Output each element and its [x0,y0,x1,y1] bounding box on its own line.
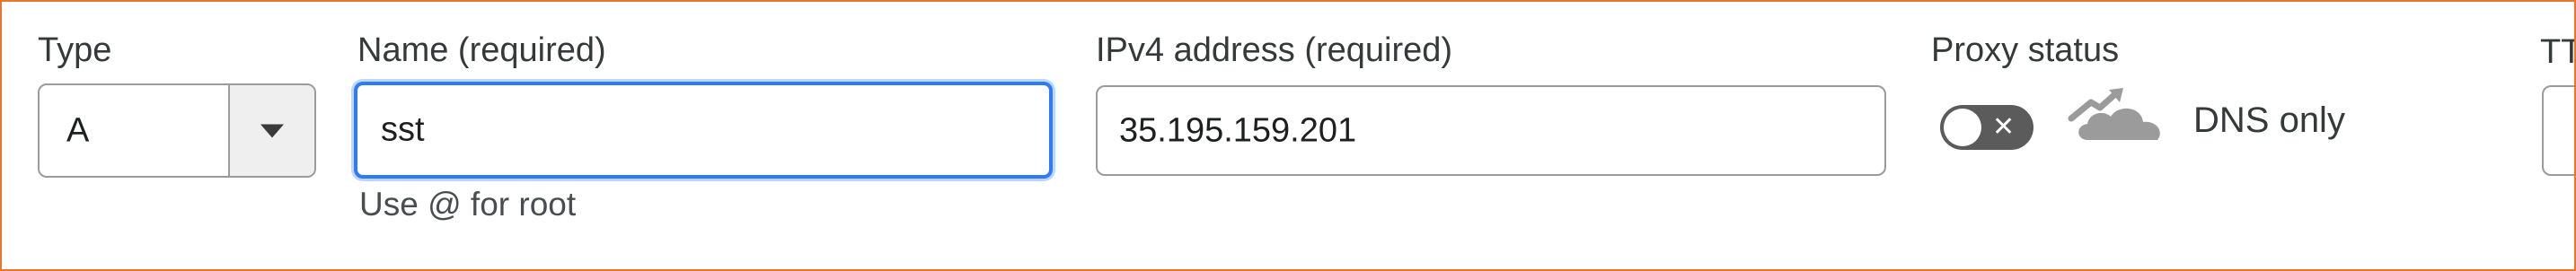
chevron-down-icon [260,124,284,137]
ipv4-label: IPv4 address (required) [1096,31,1453,69]
type-label: Type [38,31,112,69]
type-dropdown-button[interactable] [228,85,314,176]
name-label: Name (required) [357,31,606,69]
cloud-icon [2068,88,2160,140]
proxy-toggle[interactable]: ✕ [1940,105,2033,150]
ipv4-input[interactable]: 35.195.159.201 [1096,85,1886,176]
type-select[interactable]: A [38,83,316,178]
toggle-knob [1944,109,1981,146]
ipv4-input-value: 35.195.159.201 [1119,111,1357,149]
proxy-status-text: DNS only [2193,101,2345,140]
name-input-value: sst [381,110,425,149]
ttl-label: TT [2540,33,2574,71]
ttl-select[interactable] [2542,85,2574,176]
proxy-status-label: Proxy status [1931,31,2120,69]
dns-record-form: Type A Name (required) sst Use @ for roo… [0,0,2576,271]
toggle-off-icon: ✕ [1992,112,2016,142]
type-select-value: A [66,111,90,149]
name-input[interactable]: sst [354,82,1053,179]
name-hint: Use @ for root [359,186,577,223]
